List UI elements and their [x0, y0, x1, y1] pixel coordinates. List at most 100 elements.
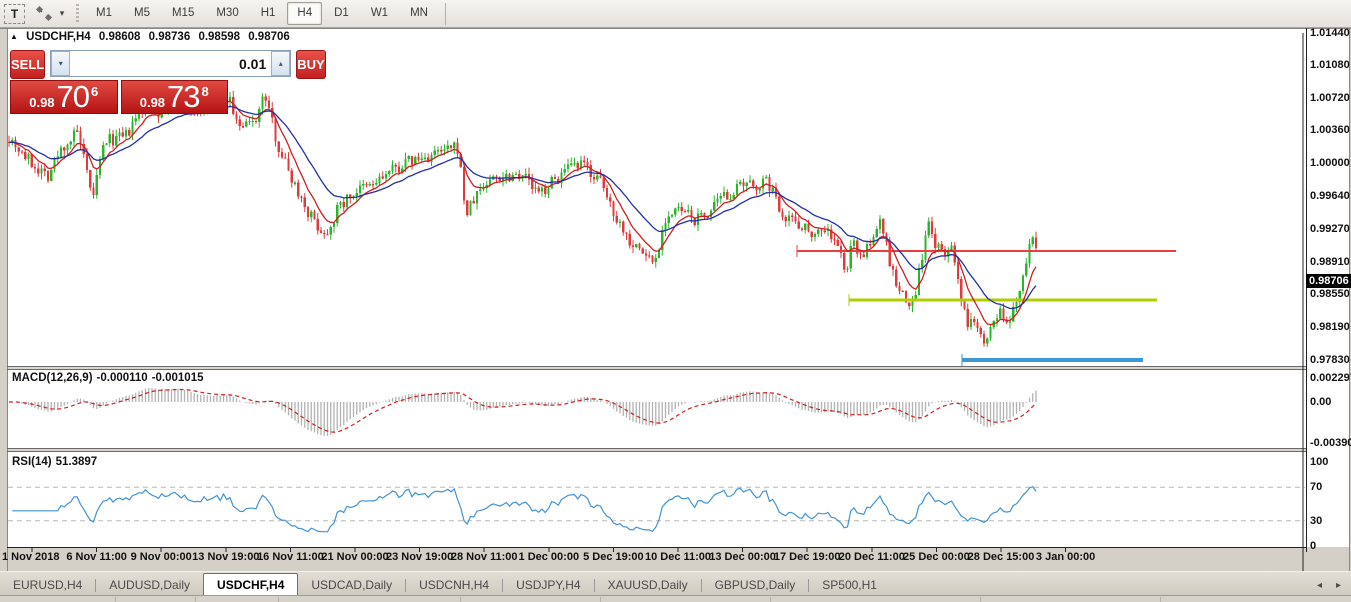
indicator-axis-label: -0.003904 [1310, 437, 1351, 449]
price-axis-label: 1.00720 [1310, 92, 1350, 104]
time-axis-label: 10 Dec 11:00 [645, 551, 711, 563]
chart-tab-usdjpy[interactable]: USDJPY,H4 [503, 575, 593, 596]
timeframe-button-m5[interactable]: M5 [124, 2, 160, 25]
time-axis-label: 3 Jan 00:00 [1036, 551, 1095, 563]
timeframe-button-d1[interactable]: D1 [324, 2, 359, 25]
chevron-down-icon[interactable]: ▾ [56, 4, 68, 24]
price-axis-label: 1.01080 [1310, 59, 1350, 71]
chart-tab-gbpusd[interactable]: GBPUSD,Daily [702, 575, 809, 596]
rsi-label: RSI(14)51.3897 [12, 456, 101, 468]
statusbar-divider [770, 597, 771, 602]
price-axis-label: 1.00000 [1310, 157, 1350, 169]
statusbar-divider [600, 597, 601, 602]
timeframe-button-mn[interactable]: MN [400, 2, 438, 25]
time-axis-label: 13 Nov 19:00 [192, 551, 259, 563]
chart-tab-eurusd[interactable]: EURUSD,H4 [0, 575, 95, 596]
ohlc-header: ▲ USDCHF,H4 0.98608 0.98736 0.98598 0.98… [10, 31, 295, 43]
timeframe-button-w1[interactable]: W1 [361, 2, 398, 25]
time-axis-label: 5 Dec 19:00 [583, 551, 644, 563]
time-axis-label: 1 Dec 00:00 [519, 551, 580, 563]
volume-decrease-button[interactable]: ▾ [51, 51, 70, 76]
price-axis-label: 0.97830 [1310, 354, 1350, 366]
statusbar-divider [1160, 597, 1161, 602]
timeframe-button-h1[interactable]: H1 [251, 2, 286, 25]
tab-scroll-left-icon[interactable]: ◂ [1317, 580, 1322, 591]
time-axis-label: 20 Dec 11:00 [839, 551, 905, 563]
price-axis-label: 1.00360 [1310, 124, 1350, 136]
tab-scroll-right-icon[interactable]: ▸ [1336, 580, 1341, 591]
sell-price-pip: 6 [91, 84, 98, 99]
time-axis-label: 13 Dec 00:00 [709, 551, 776, 563]
symbol-timeframe: USDCHF,H4 [26, 31, 91, 43]
chart-tab-audusd[interactable]: AUDUSD,Daily [96, 575, 203, 596]
status-bar [0, 595, 1351, 602]
sell-price-prefix: 0.98 [29, 95, 54, 110]
buy-price-main: 73 [167, 82, 199, 112]
volume-input[interactable] [70, 51, 271, 76]
close-value: 0.98706 [248, 31, 290, 43]
sell-price-main: 70 [57, 82, 89, 112]
open-value: 0.98608 [99, 31, 141, 43]
price-axis-label: 0.98190 [1310, 321, 1350, 333]
time-axis-label: 6 Nov 11:00 [66, 551, 127, 563]
price-axis-label: 0.99270 [1310, 223, 1350, 235]
price-axis-label: 1.01440 [1310, 27, 1350, 39]
header-marker-icon: ▲ [10, 32, 18, 41]
statusbar-divider [460, 597, 461, 602]
toolbar-separator [445, 3, 446, 25]
buy-price-prefix: 0.98 [140, 95, 165, 110]
time-axis-label: 16 Nov 11:00 [257, 551, 324, 563]
indicator-axis-label: 30 [1310, 515, 1322, 527]
timeframe-button-m30[interactable]: M30 [206, 2, 248, 25]
time-axis-label: 23 Nov 19:00 [386, 551, 453, 563]
time-axis-label: 25 Dec 00:00 [903, 551, 970, 563]
indicator-axis-label: 0 [1310, 540, 1316, 552]
indicator-axis-label: 70 [1310, 481, 1322, 493]
chart-window: ▲ USDCHF,H4 0.98608 0.98736 0.98598 0.98… [0, 28, 1351, 571]
sell-price-panel[interactable]: 0.98 70 6 [10, 80, 118, 114]
tab-scroll-controls: ◂▸ [1317, 580, 1341, 591]
buy-button[interactable]: BUY [296, 50, 325, 79]
high-value: 0.98736 [149, 31, 191, 43]
timeframe-button-h4[interactable]: H4 [287, 2, 322, 25]
timeframe-group: M1M5M15M30H1H4D1W1MN [85, 0, 439, 27]
low-value: 0.98598 [198, 31, 240, 43]
price-axis-label: 0.99640 [1310, 190, 1350, 202]
buy-price-panel[interactable]: 0.98 73 8 [121, 80, 229, 114]
chart-tab-usdchf[interactable]: USDCHF,H4 [203, 573, 298, 596]
timeframe-button-m15[interactable]: M15 [162, 2, 204, 25]
indicator-axis-label: 100 [1310, 456, 1328, 468]
price-axis-label: 0.98550 [1310, 288, 1350, 300]
statusbar-divider [115, 597, 116, 602]
price-axis-label: 0.98910 [1310, 256, 1350, 268]
time-axis-label: 1 Nov 2018 [2, 551, 59, 563]
macd-label: MACD(12,26,9)-0.000110-0.001015 [12, 372, 208, 384]
time-axis-label: 9 Nov 00:00 [131, 551, 192, 563]
one-click-trading-panel: SELL ▾ ▴ BUY 0.98 70 6 0.98 73 8 [10, 50, 228, 114]
current-price-badge: 0.98706 [1306, 274, 1351, 288]
indicator-axis-label: 0.00 [1310, 396, 1331, 408]
time-axis-label: 21 Nov 00:00 [321, 551, 388, 563]
timeframe-button-m1[interactable]: M1 [86, 2, 122, 25]
mt4-application: { "toolbar": { "icons": { "text_tool": "… [0, 0, 1351, 602]
statusbar-divider [278, 597, 279, 602]
chart-tab-usdcnh[interactable]: USDCNH,H4 [406, 575, 502, 596]
indicator-axis-label: 0.002297 [1310, 372, 1351, 384]
chart-tab-xauusd[interactable]: XAUUSD,Daily [595, 575, 701, 596]
text-label-tool-icon[interactable]: T [4, 4, 25, 24]
volume-increase-button[interactable]: ▴ [271, 51, 290, 76]
arrows-tool-icon[interactable] [33, 4, 55, 24]
toolbar-grip [76, 4, 79, 24]
buy-price-pip: 8 [202, 84, 209, 99]
volume-control: ▾ ▴ [50, 50, 291, 77]
time-axis-label: 17 Dec 19:00 [774, 551, 841, 563]
time-axis-label: 28 Dec 15:00 [968, 551, 1035, 563]
toolbar: T ▾ M1M5M15M30H1H4D1W1MN [0, 0, 1351, 28]
chart-tab-usdcad[interactable]: USDCAD,Daily [298, 575, 405, 596]
statusbar-divider [980, 597, 981, 602]
time-axis-label: 28 Nov 11:00 [451, 551, 518, 563]
sell-button[interactable]: SELL [10, 50, 45, 79]
statusbar-divider [195, 597, 196, 602]
chart-tab-sp500[interactable]: SP500,H1 [809, 575, 890, 596]
chart-tabbar: EURUSD,H4AUDUSD,DailyUSDCHF,H4USDCAD,Dai… [0, 571, 1351, 596]
